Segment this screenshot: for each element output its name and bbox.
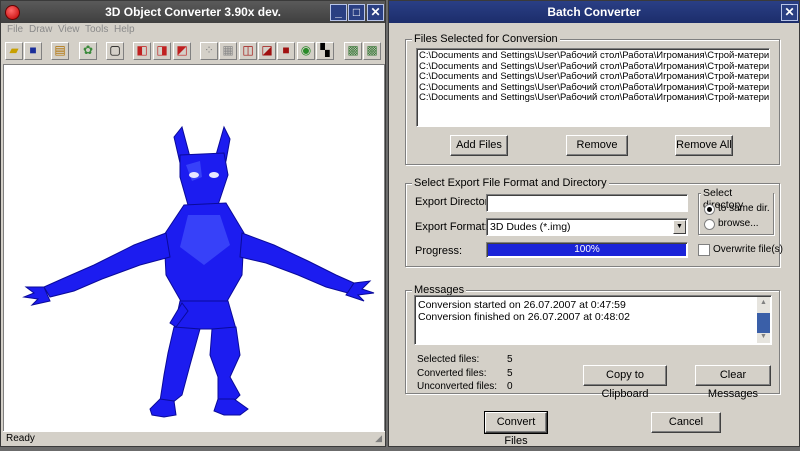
cancel-button[interactable]: Cancel (651, 412, 721, 433)
menu-bar: File Draw View Tools Help (1, 23, 385, 37)
select-directory-group: Select directory to same dir. browse... (698, 187, 774, 235)
cube-outline-icon[interactable]: ◫ (239, 42, 257, 60)
shaded-icon[interactable]: ◉ (297, 42, 315, 60)
progress-text: 100% (574, 244, 600, 255)
batch-close-button[interactable]: ✕ (781, 4, 798, 21)
radio-same-dir[interactable] (704, 204, 715, 215)
converted-files-value: 5 (507, 368, 513, 379)
converter-titlebar: 3D Object Converter 3.90x dev. _ □ ✕ (1, 1, 385, 23)
selected-files-value: 5 (507, 354, 513, 365)
files-group: Files Selected for Conversion C:\Documen… (405, 33, 780, 165)
status-bar: Ready (3, 431, 385, 445)
export-format-label: Export Format: (415, 221, 488, 233)
3d-model (22, 125, 375, 418)
converter-window: 3D Object Converter 3.90x dev. _ □ ✕ Fil… (0, 0, 386, 447)
view-top-icon[interactable]: ◩ (173, 42, 191, 60)
settings-icon[interactable]: ✿ (79, 42, 97, 60)
list-item[interactable]: C:\Documents and Settings\User\Рабочий с… (417, 72, 769, 83)
clear-messages-button[interactable]: Clear Messages (695, 365, 771, 400)
view-side-icon[interactable]: ◨ (153, 42, 171, 60)
maximize-button[interactable]: □ (348, 4, 365, 21)
remove-all-button[interactable]: Remove All (675, 135, 733, 156)
converted-files-label: Converted files: (417, 368, 487, 379)
files-list[interactable]: C:\Documents and Settings\User\Рабочий с… (416, 48, 770, 127)
batch-title: Batch Converter (547, 5, 641, 19)
files-group-label: Files Selected for Conversion (412, 33, 560, 45)
save-icon[interactable]: ■ (24, 42, 42, 60)
messages-group: Messages Conversion started on 26.07.200… (405, 284, 780, 400)
grid-icon[interactable]: ▦ (219, 42, 237, 60)
grid-points-icon[interactable]: ⁘ (200, 42, 218, 60)
wire-a-icon[interactable]: ▩ (344, 42, 362, 60)
scroll-up-icon[interactable]: ▲ (757, 297, 770, 309)
menu-draw[interactable]: Draw (29, 24, 52, 35)
menu-help[interactable]: Help (114, 24, 135, 35)
export-directory-field[interactable] (486, 194, 688, 212)
overwrite-checkbox[interactable] (698, 244, 710, 256)
list-item[interactable]: C:\Documents and Settings\User\Рабочий с… (417, 83, 769, 94)
scroll-thumb[interactable] (757, 313, 770, 333)
cube-solid-icon[interactable]: ■ (277, 42, 295, 60)
messages-scrollbar[interactable]: ▲ ▼ (757, 297, 770, 343)
list-item[interactable]: C:\Documents and Settings\User\Рабочий с… (417, 62, 769, 73)
export-directory-label: Export Directory: (415, 196, 497, 208)
export-format-select[interactable]: 3D Dudes (*.img) ▼ (486, 218, 688, 236)
menu-file[interactable]: File (7, 24, 23, 35)
message-line: Conversion finished on 26.07.2007 at 0:4… (418, 311, 630, 323)
remove-button[interactable]: Remove (566, 135, 628, 156)
resize-grip-icon[interactable]: ◢ (375, 433, 382, 444)
list-item[interactable]: C:\Documents and Settings\User\Рабочий с… (417, 93, 769, 104)
messages-box[interactable]: Conversion started on 26.07.2007 at 0:47… (414, 295, 772, 345)
minimize-button[interactable]: _ (330, 4, 347, 21)
cube-icon[interactable]: ◪ (258, 42, 276, 60)
export-format-value: 3D Dudes (*.img) (490, 221, 571, 233)
radio-browse-label[interactable]: browse... (718, 218, 759, 229)
list-item[interactable]: C:\Documents and Settings\User\Рабочий с… (417, 51, 769, 62)
batch-converter-window: Batch Converter ✕ Files Selected for Con… (388, 0, 800, 447)
progress-bar: 100% (486, 242, 688, 258)
progress-label: Progress: (415, 245, 463, 257)
toolbar: ▰ ■ ▤ ✿ ▢ ◧ ◨ ◩ ⁘ ▦ ◫ ◪ ■ ◉ ▚ ▩ ▩ (3, 40, 383, 62)
open-folder-icon[interactable]: ▰ (5, 42, 23, 60)
3d-viewport[interactable] (3, 64, 385, 432)
selected-files-label: Selected files: (417, 354, 480, 365)
message-line: Conversion started on 26.07.2007 at 0:47… (418, 299, 626, 311)
chevron-down-icon[interactable]: ▼ (673, 220, 686, 234)
copy-to-clipboard-button[interactable]: Copy to Clipboard (583, 365, 667, 400)
export-group: Select Export File Format and Directory … (405, 177, 783, 267)
unconverted-files-label: Unconverted files: (417, 381, 498, 392)
add-files-button[interactable]: Add Files (450, 135, 508, 156)
radio-browse[interactable] (704, 219, 715, 230)
wire-b-icon[interactable]: ▩ (363, 42, 381, 60)
radio-selected-dot (707, 207, 712, 212)
overwrite-label[interactable]: Overwrite file(s) (713, 244, 783, 255)
menu-view[interactable]: View (58, 24, 80, 35)
export-group-label: Select Export File Format and Directory (412, 177, 609, 189)
batch-titlebar: Batch Converter ✕ (389, 1, 799, 23)
menu-tools[interactable]: Tools (85, 24, 108, 35)
converter-title: 3D Object Converter 3.90x dev. (105, 5, 281, 19)
convert-files-button[interactable]: Convert Files (484, 411, 548, 447)
close-button[interactable]: ✕ (367, 4, 384, 21)
scroll-down-icon[interactable]: ▼ (757, 331, 770, 343)
convert-icon[interactable]: ▤ (51, 42, 69, 60)
unconverted-files-value: 0 (507, 381, 513, 392)
frame-icon[interactable]: ▢ (106, 42, 124, 60)
radio-same-dir-label[interactable]: to same dir. (718, 203, 770, 214)
texture-icon[interactable]: ▚ (316, 42, 334, 60)
view-front-icon[interactable]: ◧ (133, 42, 151, 60)
